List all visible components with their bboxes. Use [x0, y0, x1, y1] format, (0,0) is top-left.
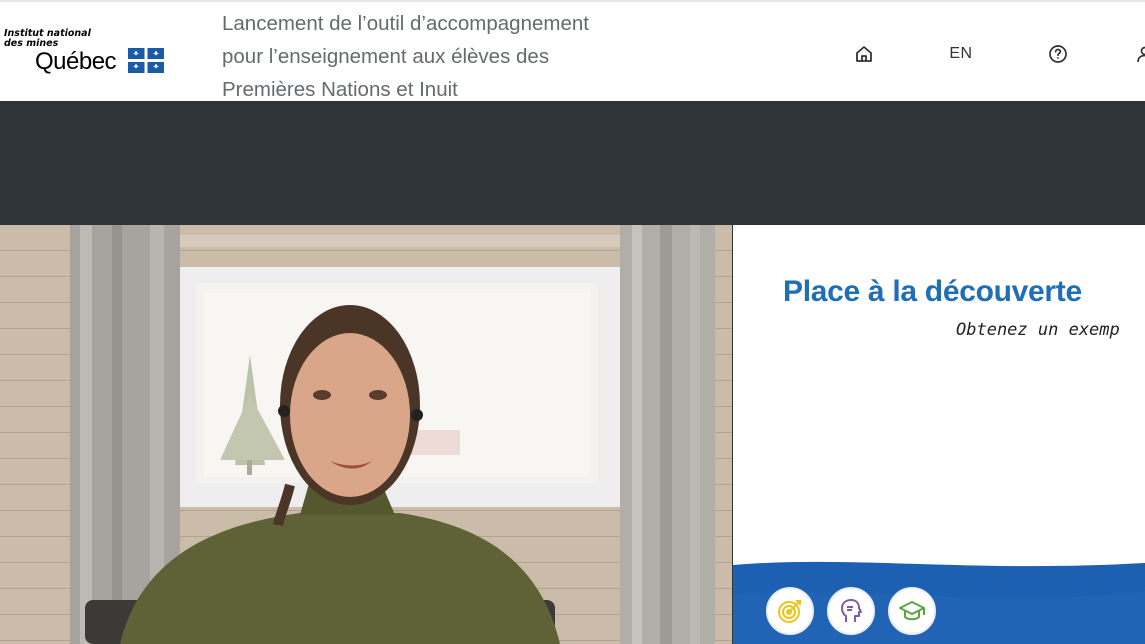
- user-button[interactable]: [1135, 38, 1145, 70]
- quebec-flag-icon: [128, 48, 164, 73]
- logo-wordmark: Québec: [35, 48, 117, 75]
- help-button[interactable]: [1042, 38, 1074, 70]
- help-circle-icon: [1049, 45, 1067, 63]
- presentation-slide: Place à la découverte Obtenez un exemp: [733, 225, 1145, 644]
- language-toggle[interactable]: EN: [940, 38, 982, 70]
- speaker-video-frame: [0, 225, 732, 644]
- slide-title: Place à la découverte: [783, 275, 1082, 308]
- top-header: Institut national des mines Québec Lance…: [0, 0, 1145, 101]
- target-icon: [778, 600, 801, 623]
- slide-subtitle: Obtenez un exemp: [956, 320, 1120, 340]
- home-button[interactable]: [848, 38, 880, 70]
- user-icon: [1137, 46, 1145, 63]
- graduation-cap-icon-badge: [888, 587, 936, 635]
- quebec-logo[interactable]: Institut national des mines Québec: [4, 26, 169, 78]
- speaker-video: [0, 225, 732, 644]
- target-icon-badge: [766, 587, 814, 635]
- dark-banner: [0, 101, 1145, 225]
- home-icon: [856, 46, 872, 62]
- head-profile-icon: [841, 599, 862, 622]
- head-profile-icon-badge: [827, 587, 875, 635]
- event-title-line-1: Lancement de l’outil d’accompagnement: [222, 12, 589, 35]
- event-title: Lancement de l’outil d’accompagnement po…: [222, 7, 692, 106]
- event-title-line-2: pour l’enseignement aux élèves des: [222, 45, 550, 68]
- graduation-cap-icon: [899, 601, 925, 621]
